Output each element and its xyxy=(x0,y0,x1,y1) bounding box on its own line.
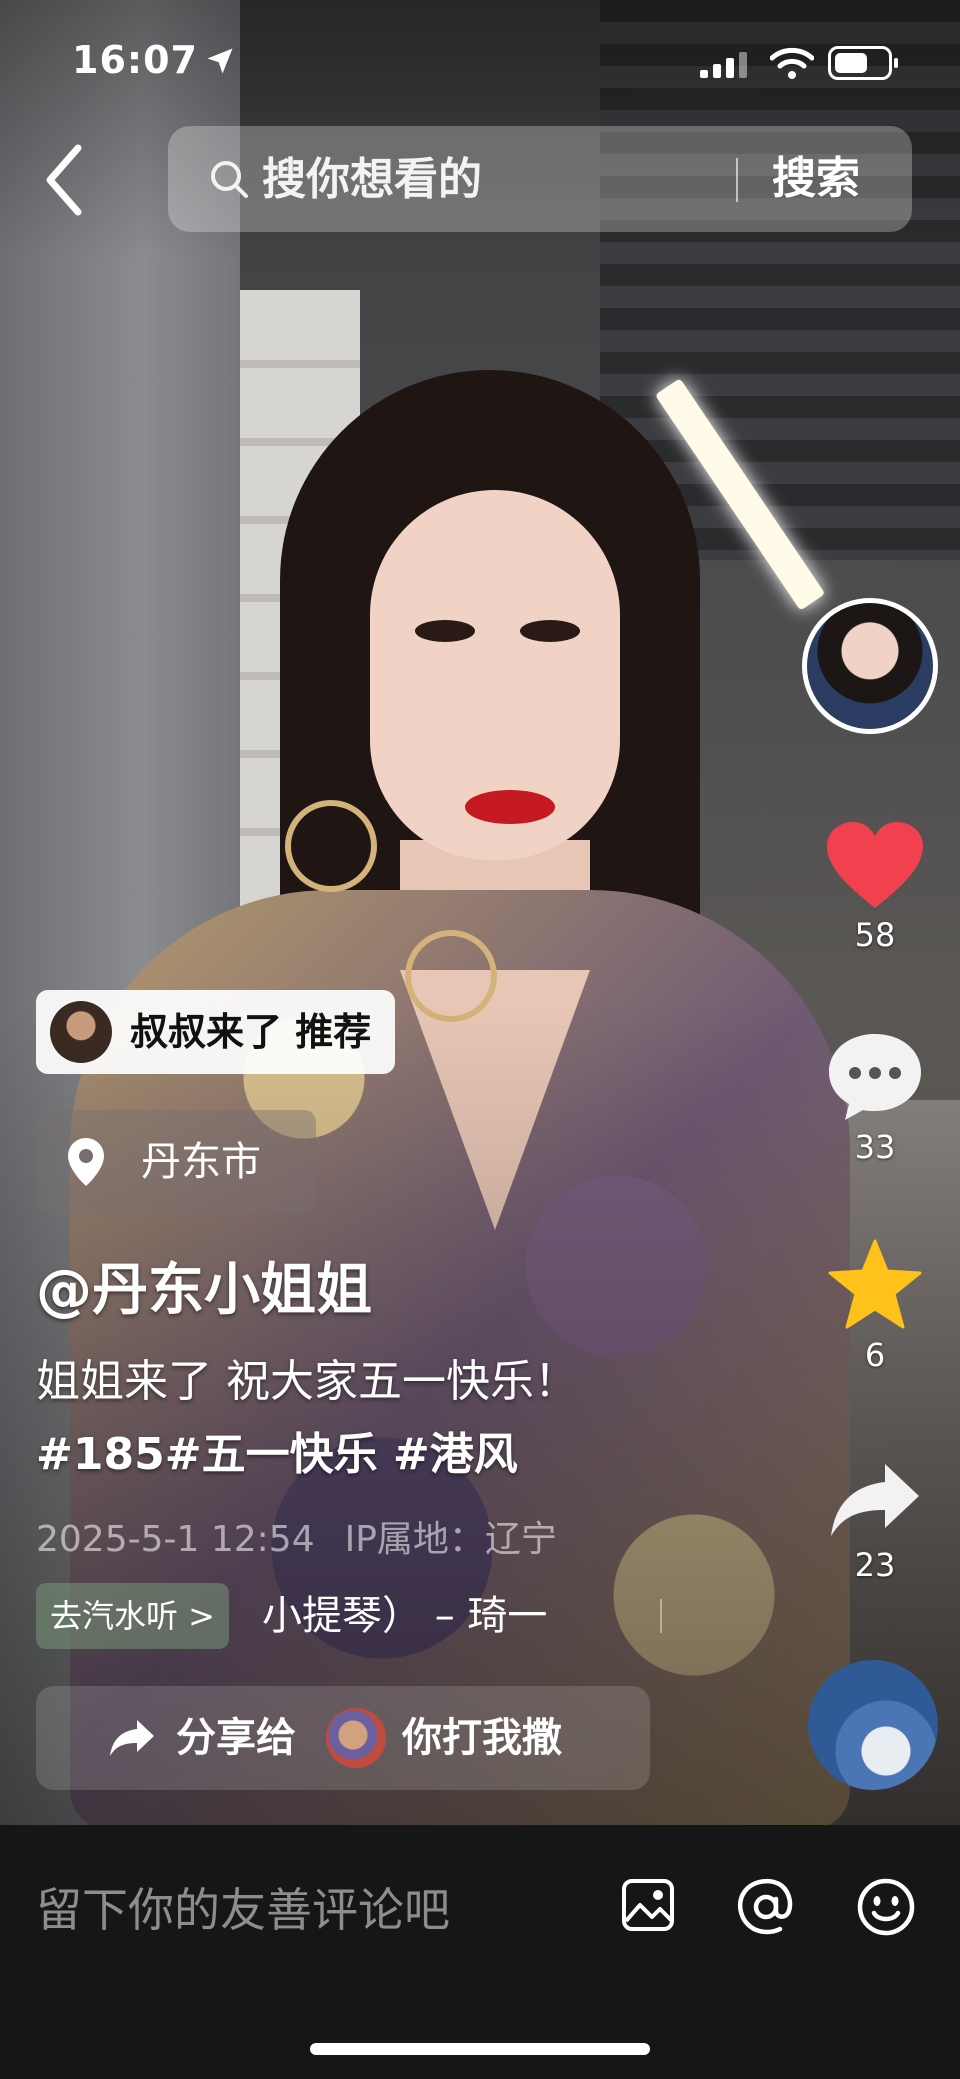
share-prefix: 分享给 xyxy=(176,1715,296,1761)
music-disc[interactable] xyxy=(808,1660,938,1790)
recommend-chip[interactable]: 叔叔来了 推荐 xyxy=(36,990,396,1074)
comment-bar xyxy=(0,1825,960,2079)
like-button[interactable]: 58 xyxy=(810,820,940,954)
caption-text: 姐姐来了 祝大家五一快乐！ xyxy=(36,1356,578,1407)
search-input[interactable] xyxy=(262,126,802,232)
location-tag[interactable]: 丹东市 xyxy=(36,1110,316,1214)
share-arrow-icon xyxy=(110,1720,154,1756)
search-bar: 搜索 xyxy=(168,126,912,232)
location-arrow-icon xyxy=(207,48,233,74)
friend-avatar xyxy=(326,1708,386,1768)
status-time: 16:07 xyxy=(72,38,198,82)
search-divider xyxy=(736,158,738,202)
cellular-signal-icon xyxy=(700,52,747,78)
caption-hashtags[interactable]: #185#五一快乐 #港风 xyxy=(36,1418,518,1482)
share-button[interactable]: 23 xyxy=(810,1460,940,1584)
author-handle[interactable]: @丹东小姐姐 xyxy=(36,1245,372,1326)
back-button[interactable] xyxy=(40,140,90,220)
mention-at-icon[interactable] xyxy=(736,1877,796,1937)
music-title: 小提琴） – 琦一 xyxy=(262,1593,548,1639)
music-app-chip[interactable]: 去汽水听 > xyxy=(36,1583,229,1649)
share-count: 23 xyxy=(854,1546,896,1584)
share-arrow-icon xyxy=(831,1464,919,1536)
image-icon[interactable] xyxy=(620,1877,676,1933)
share-to-friend-bar[interactable]: 分享给 你打我撒 xyxy=(36,1686,650,1790)
comment-button[interactable]: 33 xyxy=(810,1030,940,1166)
heart-icon xyxy=(827,822,923,908)
location-label: 丹东市 xyxy=(141,1139,261,1185)
recommender-avatar xyxy=(50,1001,112,1063)
favorite-count: 6 xyxy=(864,1336,886,1374)
search-icon xyxy=(211,161,248,198)
search-button[interactable]: 搜索 xyxy=(772,126,860,232)
wifi-icon xyxy=(770,47,814,79)
comment-bubble-icon xyxy=(829,1034,921,1120)
status-bar: 16:07 xyxy=(0,38,960,98)
post-meta: 2025-5-1 12:54 IP属地：辽宁 xyxy=(36,1510,557,1562)
chevron-left-icon xyxy=(46,144,82,216)
location-pin-icon xyxy=(68,1138,104,1186)
home-indicator xyxy=(310,2043,650,2055)
favorite-button[interactable]: 6 xyxy=(810,1238,940,1374)
author-avatar[interactable] xyxy=(802,598,938,734)
emoji-icon[interactable] xyxy=(856,1877,916,1937)
battery-icon xyxy=(828,46,898,80)
music-row[interactable]: 去汽水听 > 小提琴） – 琦一 xyxy=(36,1583,666,1649)
comment-input[interactable] xyxy=(36,1865,596,1955)
friend-name: 你打我撒 xyxy=(402,1715,562,1761)
star-icon xyxy=(828,1239,922,1329)
like-count: 58 xyxy=(854,916,896,954)
post-datetime: 2025-5-1 12:54 xyxy=(36,1519,315,1560)
ip-location: IP属地：辽宁 xyxy=(344,1519,557,1560)
music-divider xyxy=(660,1599,662,1633)
recommend-chip-label: 叔叔来了 推荐 xyxy=(130,1010,372,1054)
comment-count: 33 xyxy=(854,1128,896,1166)
